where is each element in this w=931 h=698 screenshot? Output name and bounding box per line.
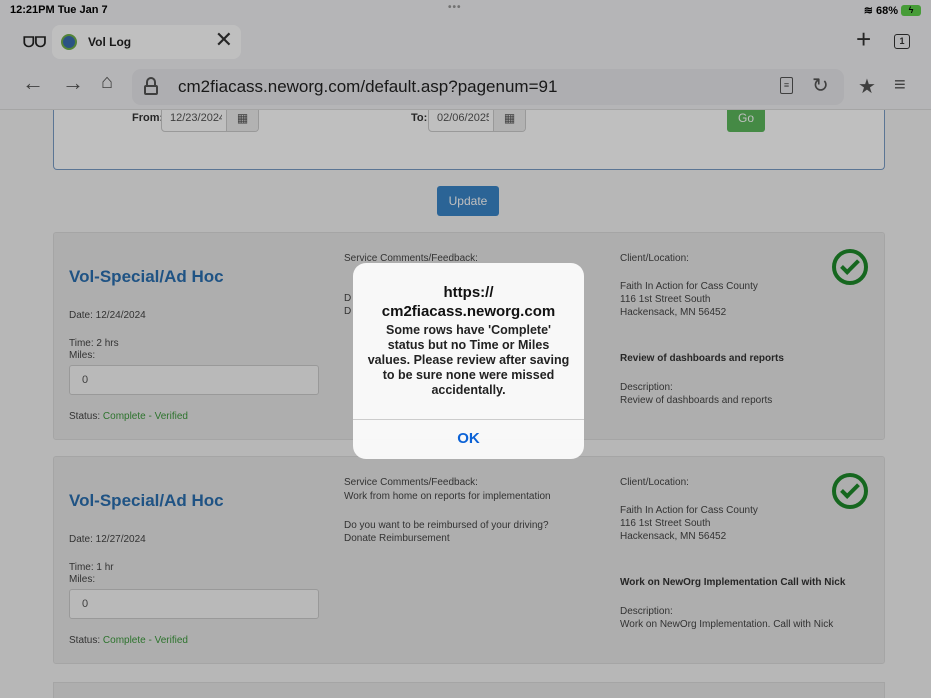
ok-button[interactable]: OK bbox=[353, 420, 584, 459]
alert-title: https:// cm2fiacass.neworg.com bbox=[381, 284, 556, 320]
alert-message: Some rows have 'Complete' status but no … bbox=[367, 323, 570, 397]
alert-dialog: https:// cm2fiacass.neworg.com Some rows… bbox=[353, 263, 584, 459]
